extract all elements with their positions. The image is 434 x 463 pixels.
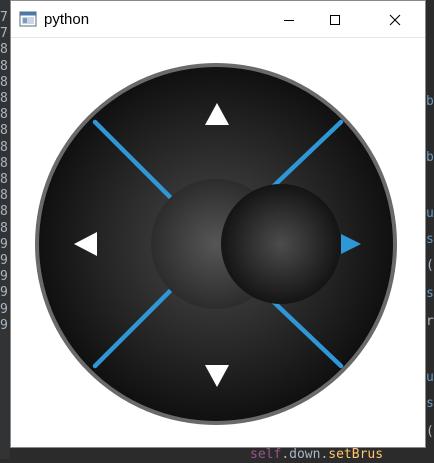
code-fragment: u [426, 206, 434, 221]
title-bar[interactable]: python [11, 1, 425, 38]
minimize-icon [284, 19, 294, 21]
line-number: 8 [0, 188, 8, 204]
close-button[interactable] [372, 1, 418, 38]
joystick-widget[interactable] [11, 38, 425, 447]
code-fragment: s [426, 286, 434, 301]
line-number: 8 [0, 58, 8, 74]
line-number: 8 [0, 123, 8, 139]
code-fragment: r [426, 314, 434, 329]
line-number: 8 [0, 220, 8, 236]
python-window-icon [19, 11, 37, 27]
line-number: 9 [0, 285, 8, 301]
code-fragment: b [426, 150, 434, 165]
code-fragment-bottom: self.down.setBrus [250, 447, 383, 463]
maximize-icon [330, 14, 340, 25]
line-number: 9 [0, 269, 8, 285]
line-number: 7 [0, 26, 8, 42]
line-number: 8 [0, 74, 8, 90]
line-number: 9 [0, 301, 8, 317]
code-fragments-right: b b u s(s r u s( [426, 0, 434, 459]
line-number: 8 [0, 172, 8, 187]
line-number: 9 [0, 317, 8, 333]
line-number: 8 [0, 107, 8, 123]
line-number: 8 [0, 139, 8, 155]
code-token-dot: . [281, 447, 290, 462]
window-title: python [44, 11, 90, 28]
code-token-method: setBrus [328, 447, 384, 462]
line-number: 7 [0, 10, 8, 25]
code-fragment: b [426, 94, 434, 109]
line-number: 8 [0, 204, 8, 220]
line-number-gutter: 77888888888888999999 [0, 0, 10, 459]
joystick-knob[interactable] [221, 184, 341, 304]
line-number: 9 [0, 253, 8, 268]
maximize-button[interactable] [312, 1, 358, 38]
code-token-down: down [289, 447, 321, 462]
line-number: 8 [0, 91, 8, 106]
line-number: 8 [0, 155, 8, 171]
code-fragment: u [426, 370, 434, 385]
joystick-canvas [11, 38, 425, 447]
line-number: 9 [0, 236, 8, 252]
code-fragment: s [426, 396, 434, 411]
close-icon [389, 14, 401, 25]
python-window: python [10, 0, 426, 448]
code-fragment: s [426, 232, 434, 247]
minimize-button[interactable] [266, 1, 312, 38]
line-number: 8 [0, 42, 8, 58]
code-fragment: ( [426, 258, 434, 273]
code-token-self: self [250, 447, 282, 462]
code-fragment: ( [426, 424, 434, 439]
